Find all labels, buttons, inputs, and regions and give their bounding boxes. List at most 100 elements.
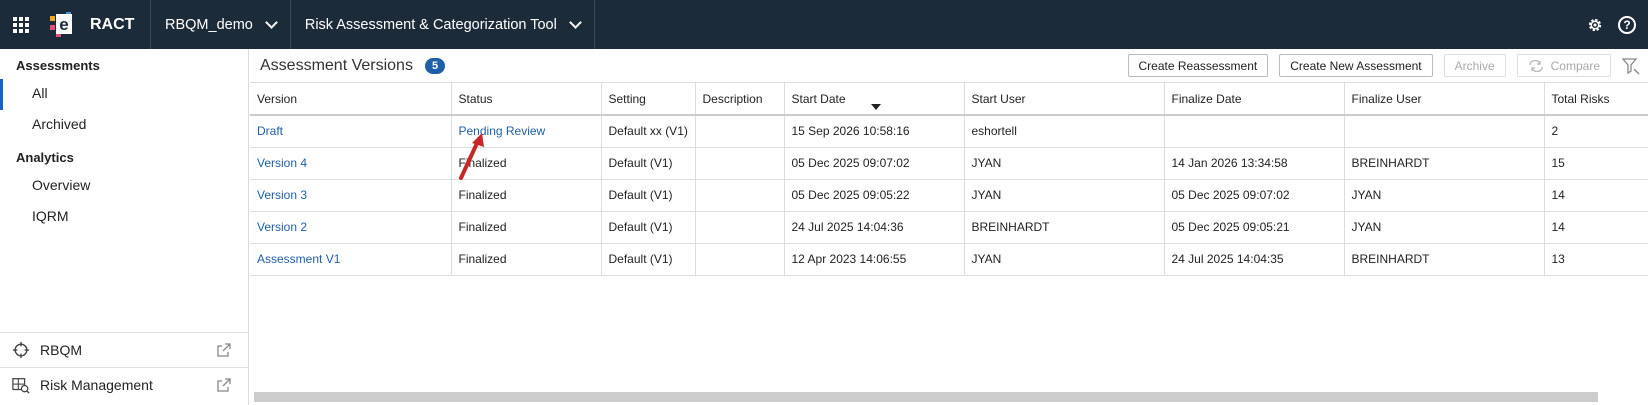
cell-status: Finalized [451,243,602,276]
top-bar: e RACT RBQM_demo Risk Assessment & Categ… [0,0,1648,49]
app-grid-icon[interactable] [0,0,42,49]
column-header-setting[interactable]: Setting [601,83,696,116]
column-header-finalize-user[interactable]: Finalize User [1344,83,1545,116]
table-row[interactable]: Version 3 Finalized Default (V1) 05 Dec 202… [250,179,1648,212]
filter-icon[interactable] [1622,57,1640,75]
cell-setting: Default (V1) [601,211,696,244]
section-assessments-heading: Assessments [16,58,100,73]
chevron-down-icon [568,15,582,29]
cell-description [695,115,785,148]
column-header-description[interactable]: Description [695,83,785,116]
app-title: RACT [90,15,135,33]
cell-finalize-date: 05 Dec 2025 09:07:02 [1164,179,1345,212]
sidebar-item-overview[interactable]: Overview [0,171,248,202]
sidebar-link-rbqm[interactable]: RBQM [0,332,249,367]
column-header-finalize-date[interactable]: Finalize Date [1164,83,1345,116]
column-header-start-user[interactable]: Start User [964,83,1165,116]
sidebar: Assessments All Archived Analytics Overv… [0,49,249,405]
cell-version[interactable]: Draft [250,115,452,148]
section-analytics-heading: Analytics [16,150,74,165]
tool-selector-label: Risk Assessment & Categorization Tool [304,16,557,33]
cell-description [695,147,785,180]
cell-setting: Default xx (V1) [601,115,696,148]
cell-total-risks: 14 [1544,179,1648,212]
cell-finalize-date: 05 Dec 2025 09:05:21 [1164,211,1345,244]
cell-start-user: JYAN [964,243,1165,276]
cell-status: Finalized [451,179,602,212]
table-row[interactable]: Assessment V1 Finalized Default (V1) 12 Apr… [250,243,1648,276]
cell-finalize-date: 14 Jan 2026 13:34:58 [1164,147,1345,180]
cell-start-date: 24 Jul 2025 14:04:36 [784,211,965,244]
cell-start-user: JYAN [964,147,1165,180]
study-selector[interactable]: RBQM_demo [151,0,290,49]
cell-start-user: eshortell [964,115,1165,148]
cell-status: Finalized [451,211,602,244]
help-icon[interactable]: ? [1618,15,1636,34]
cell-finalize-user: BREINHARDT [1344,243,1545,276]
cell-setting: Default (V1) [601,243,696,276]
chevron-down-icon [264,15,278,29]
cell-description [695,179,785,212]
external-link-icon [217,378,231,392]
horizontal-scrollbar[interactable] [254,392,1598,402]
risk-management-icon [12,378,30,394]
create-reassessment-button[interactable]: Create Reassessment [1127,54,1269,77]
cell-setting: Default (V1) [601,147,696,180]
cell-finalize-user: JYAN [1344,211,1545,244]
page-title: Assessment Versions [260,56,413,74]
external-link-icon [217,343,231,357]
cell-total-risks: 15 [1544,147,1648,180]
annotation-arrow-icon [459,133,484,180]
cell-start-date: 15 Sep 2026 10:58:16 [784,115,965,148]
cell-description [695,243,785,276]
cell-start-date: 12 Apr 2023 14:06:55 [784,243,965,276]
crosshair-icon [12,341,30,359]
count-badge: 5 [424,57,446,74]
cell-finalize-date: 24 Jul 2025 14:04:35 [1164,243,1345,276]
column-header-total-risks[interactable]: Total Risks [1544,83,1648,116]
compare-button[interactable]: Compare [1516,54,1611,77]
cell-version[interactable]: Version 3 [250,179,452,212]
compare-icon [1528,59,1543,72]
cell-start-date: 05 Dec 2025 09:05:22 [784,179,965,212]
cell-total-risks: 2 [1544,115,1648,148]
cell-finalize-user [1344,115,1545,148]
cell-description [695,211,785,244]
sort-descending-icon [870,104,881,110]
column-header-start-date[interactable]: Start Date [784,83,965,116]
sidebar-link-risk-management[interactable]: Risk Management [0,367,249,402]
archive-button[interactable]: Archive [1443,54,1506,77]
panel-header: Assessment Versions 5 Create Reassessmen… [250,49,1648,83]
cell-version[interactable]: Assessment V1 [250,243,452,276]
cell-total-risks: 14 [1544,211,1648,244]
sidebar-link-label: RBQM [40,342,82,358]
cell-finalize-user: BREINHARDT [1344,147,1545,180]
sidebar-item-iqrm[interactable]: IQRM [0,202,248,233]
sidebar-item-archived[interactable]: Archived [0,110,248,141]
svg-text:e: e [59,15,68,34]
app-logo-icon: e [46,8,80,42]
column-header-version[interactable]: Version [250,83,452,116]
tool-selector[interactable]: Risk Assessment & Categorization Tool [291,0,594,49]
cell-version[interactable]: Version 2 [250,211,452,244]
sidebar-item-all[interactable]: All [0,79,248,110]
create-new-assessment-button[interactable]: Create New Assessment [1279,54,1433,77]
table-row[interactable]: Version 2 Finalized Default (V1) 24 Jul 202… [250,211,1648,244]
cell-total-risks: 13 [1544,243,1648,276]
cell-setting: Default (V1) [601,179,696,212]
cell-start-user: BREINHARDT [964,211,1165,244]
divider [593,0,595,49]
column-header-label: Start Date [791,91,846,106]
sidebar-link-label: Risk Management [40,377,153,393]
gear-icon[interactable] [1586,16,1604,34]
study-selector-label: RBQM_demo [165,16,253,33]
compare-label: Compare [1550,58,1600,73]
cell-start-date: 05 Dec 2025 09:07:02 [784,147,965,180]
table-header-row: Version Status Setting Description Start… [250,83,1648,116]
cell-version[interactable]: Version 4 [250,147,452,180]
main-panel: Assessment Versions 5 Create Reassessmen… [250,49,1648,405]
cell-finalize-user: JYAN [1344,179,1545,212]
cell-start-user: JYAN [964,179,1165,212]
cell-finalize-date [1164,115,1345,148]
column-header-status[interactable]: Status [451,83,602,116]
